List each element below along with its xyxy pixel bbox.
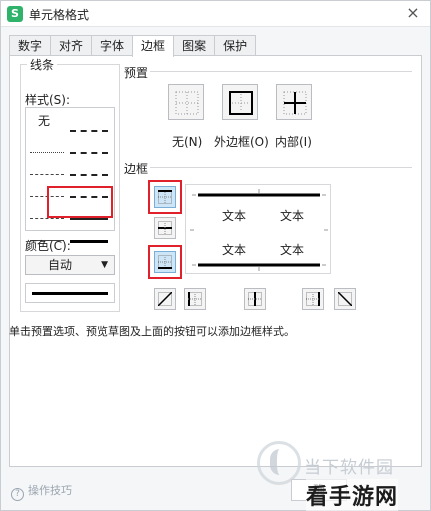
chevron-down-icon: ▼ xyxy=(101,260,108,270)
border-left-icon xyxy=(188,292,202,306)
border-title: 边框 xyxy=(124,162,149,176)
preview-text: 文本 xyxy=(222,243,247,257)
color-dropdown-value: 自动 xyxy=(48,258,73,272)
tab-pattern[interactable]: 图案 xyxy=(173,35,216,56)
border-inside-horizontal-button[interactable] xyxy=(154,217,176,239)
line-style-option[interactable] xyxy=(30,174,64,175)
title-bar: S 单元格格式 × xyxy=(1,1,430,27)
tab-protection[interactable]: 保护 xyxy=(214,35,257,56)
border-horizontal-icon xyxy=(158,221,172,235)
watermark-text: 当下软件园 xyxy=(304,458,394,478)
preset-outline-label[interactable]: 外边框(O) xyxy=(214,133,269,150)
color-label: 颜色(C): xyxy=(25,239,71,253)
tab-bar: 数字 对齐 字体 边框 图案 保护 xyxy=(9,35,257,57)
line-style-option[interactable] xyxy=(70,218,108,220)
presets-divider xyxy=(150,71,412,72)
border-inside-icon xyxy=(283,91,307,115)
line-group-title: 线条 xyxy=(27,56,58,73)
tab-border[interactable]: 边框 xyxy=(132,35,175,57)
preview-lines xyxy=(190,189,328,271)
diagonal-down-icon xyxy=(338,292,352,306)
line-style-option[interactable] xyxy=(30,218,64,219)
preset-none-label[interactable]: 无(N) xyxy=(172,133,202,150)
preset-outline-button[interactable] xyxy=(222,84,258,120)
help-link[interactable]: ? 操作技巧 xyxy=(11,482,72,501)
border-none-icon xyxy=(175,91,199,115)
hint-text: 单击预置选项、预览草图及上面的按钮可以添加边框样式。 xyxy=(9,325,295,338)
highlight-box-top-border xyxy=(148,180,182,214)
border-left-button[interactable] xyxy=(184,288,206,310)
line-style-option[interactable] xyxy=(70,130,108,132)
border-divider xyxy=(150,167,412,168)
color-dropdown[interactable]: 自动 ▼ xyxy=(25,255,115,275)
preview-text: 文本 xyxy=(222,209,247,223)
line-style-option[interactable] xyxy=(70,174,108,176)
style-label: 样式(S): xyxy=(25,93,71,107)
dialog-title: 单元格格式 xyxy=(29,8,90,22)
watermark-text: 看手游网 xyxy=(306,479,399,511)
app-logo-icon: S xyxy=(7,6,23,22)
border-vertical-icon xyxy=(248,292,262,306)
border-diagonal-down-button[interactable] xyxy=(334,288,356,310)
question-icon: ? xyxy=(11,488,24,501)
preset-none-button[interactable] xyxy=(168,84,204,120)
border-outline-icon xyxy=(229,91,253,115)
close-button[interactable]: × xyxy=(404,4,422,22)
diagonal-up-icon xyxy=(158,292,172,306)
tab-number[interactable]: 数字 xyxy=(9,35,52,56)
border-preview[interactable]: 文本 文本 文本 文本 xyxy=(185,184,331,274)
highlight-box-line-style xyxy=(47,186,113,218)
border-right-button[interactable] xyxy=(302,288,324,310)
border-inside-vertical-button[interactable] xyxy=(244,288,266,310)
line-style-option[interactable] xyxy=(70,152,108,154)
line-style-option[interactable] xyxy=(30,152,64,153)
line-style-thick-selected[interactable] xyxy=(70,240,108,243)
format-cells-dialog: S 单元格格式 × 数字 对齐 字体 边框 图案 保护 线条 样式(S): 无 xyxy=(0,0,431,511)
border-diagonal-up-button[interactable] xyxy=(154,288,176,310)
tab-font[interactable]: 字体 xyxy=(91,35,134,56)
preview-text: 文本 xyxy=(280,209,305,223)
help-label: 操作技巧 xyxy=(28,484,72,497)
border-right-icon xyxy=(306,292,320,306)
line-preview xyxy=(25,283,115,303)
highlight-box-bottom-border xyxy=(148,245,182,279)
line-style-none[interactable]: 无 xyxy=(38,112,50,129)
preview-text: 文本 xyxy=(280,243,305,257)
presets-title: 预置 xyxy=(124,66,149,80)
preset-inside-label[interactable]: 内部(I) xyxy=(275,133,312,150)
preset-inside-button[interactable] xyxy=(276,84,312,120)
tab-alignment[interactable]: 对齐 xyxy=(50,35,93,56)
border-tab-panel: 线条 样式(S): 无 颜色(C): 自动 ▼ 预置 无(N) 外边框(O) 内… xyxy=(9,55,422,467)
